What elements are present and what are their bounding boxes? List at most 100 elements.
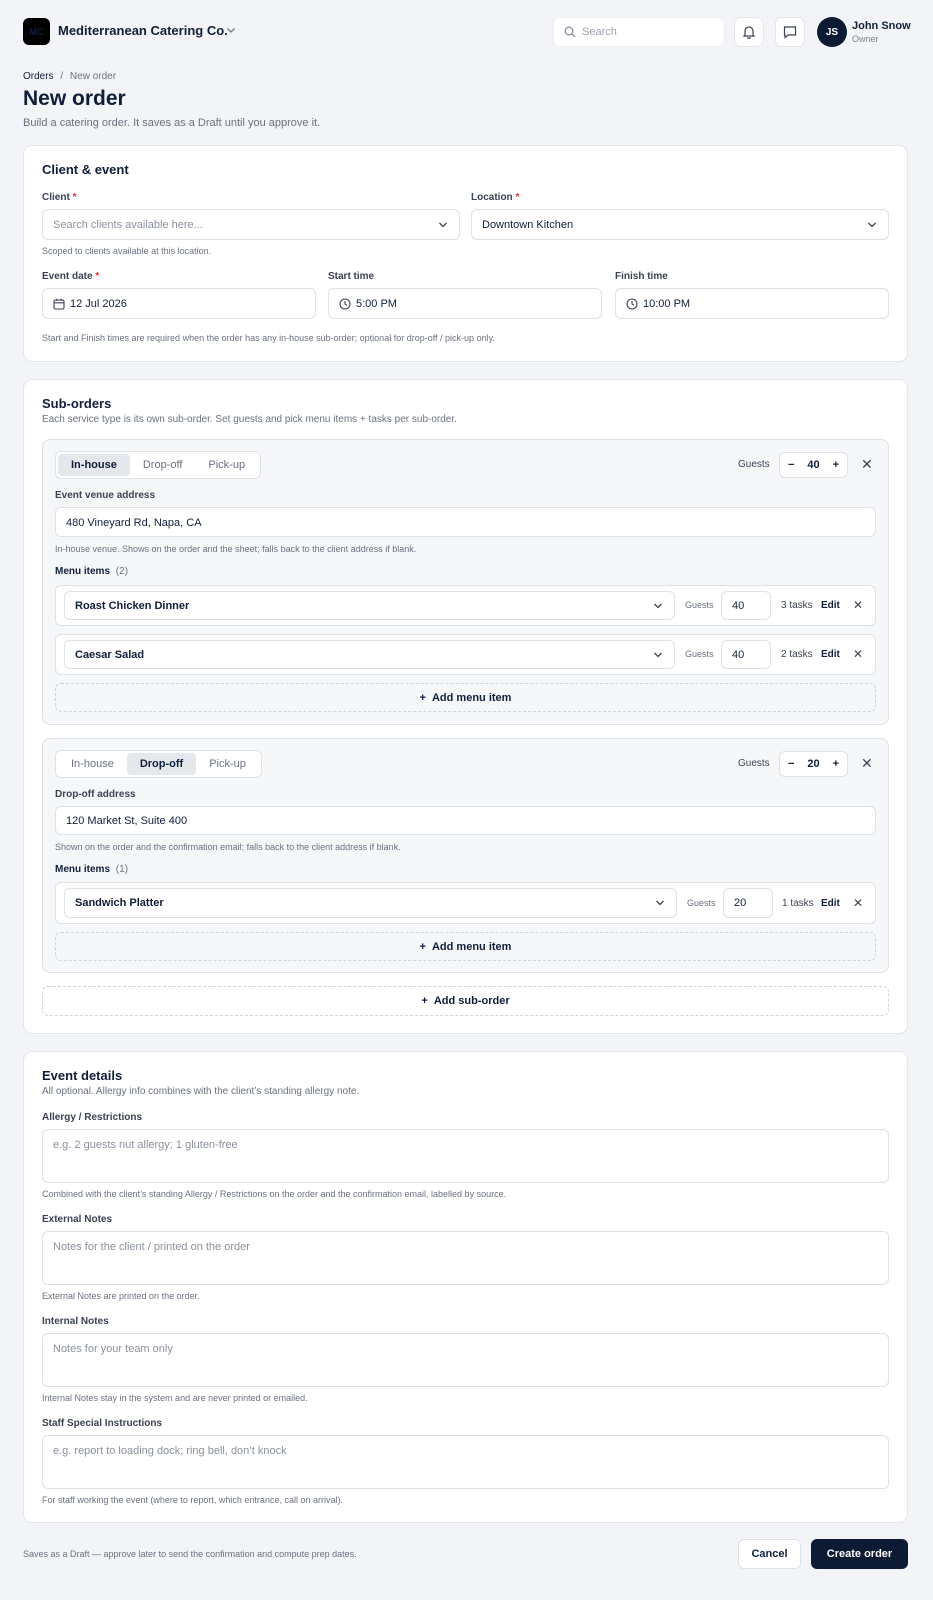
search-icon — [564, 26, 576, 38]
increment-button[interactable]: + — [833, 459, 839, 471]
event-date-label: Event date * — [42, 271, 100, 282]
company-logo: MC — [23, 18, 50, 45]
breadcrumb-separator: / — [60, 71, 64, 82]
item-guests-label: Guests — [685, 649, 714, 659]
company-name[interactable]: Mediterranean Catering Co. — [58, 23, 228, 38]
chevron-down-icon — [868, 222, 876, 228]
staff-instructions-placeholder: e.g. report to loading dock; ring bell, … — [53, 1445, 287, 1457]
remove-suborder-button[interactable]: ✕ — [861, 755, 873, 772]
add-menu-item-button[interactable]: + Add menu item — [55, 683, 876, 712]
chevron-down-icon — [439, 222, 447, 228]
guests-label: Guests — [738, 758, 770, 769]
plus-icon: + — [419, 691, 426, 704]
dropoff-address-input[interactable]: 120 Market St, Suite 400 — [55, 806, 876, 835]
client-event-title: Client & event — [42, 162, 129, 177]
remove-item-button[interactable]: ✕ — [853, 647, 863, 661]
internal-notes-help: Internal Notes stay in the system and ar… — [42, 1393, 308, 1403]
finish-time-value: 10:00 PM — [643, 298, 691, 310]
item-guests-input[interactable]: 40 — [721, 640, 771, 669]
menu-items-label: Menu items (1) — [55, 864, 129, 875]
venue-address-help: In-house venue. Shows on the order and t… — [55, 544, 417, 554]
location-select[interactable]: Downtown Kitchen — [471, 209, 889, 240]
menu-item-name: Roast Chicken Dinner — [75, 600, 190, 612]
page-subtitle: Build a catering order. It saves as a Dr… — [23, 117, 321, 129]
client-help: Scoped to clients available at this loca… — [42, 246, 212, 256]
finish-time-field[interactable]: 10:00 PM — [615, 288, 889, 319]
plus-icon: + — [421, 995, 428, 1007]
user-name: John Snow — [852, 20, 911, 32]
remove-suborder-button[interactable]: ✕ — [861, 456, 873, 473]
start-time-value: 5:00 PM — [356, 298, 397, 310]
start-time-field[interactable]: 5:00 PM — [328, 288, 602, 319]
staff-instructions-textarea[interactable]: e.g. report to loading dock; ring bell, … — [42, 1435, 889, 1489]
item-guests-input[interactable]: 20 — [723, 888, 773, 918]
location-label: Location * — [471, 192, 520, 203]
menu-item-select[interactable]: Roast Chicken Dinner — [64, 591, 675, 620]
start-time-label: Start time — [328, 271, 375, 282]
external-notes-label: External Notes — [42, 1214, 113, 1225]
times-help: Start and Finish times are required when… — [42, 333, 495, 343]
allergy-placeholder: e.g. 2 guests nut allergy; 1 gluten-free — [53, 1139, 238, 1151]
staff-instructions-help: For staff working the event (where to re… — [42, 1495, 343, 1505]
event-details-title: Event details — [42, 1068, 123, 1083]
suborders-subtitle: Each service type is its own sub-order. … — [42, 414, 457, 425]
allergy-textarea[interactable]: e.g. 2 guests nut allergy; 1 gluten-free — [42, 1129, 889, 1183]
create-order-button[interactable]: Create order — [811, 1539, 908, 1569]
service-type-tabs: In-house Drop-off Pick-up — [55, 451, 262, 479]
allergy-label: Allergy / Restrictions — [42, 1112, 143, 1123]
menu-item-select[interactable]: Caesar Salad — [64, 640, 675, 669]
avatar[interactable]: JS — [817, 17, 847, 47]
menu-item-name: Sandwich Platter — [75, 897, 164, 909]
chevron-down-icon — [654, 603, 662, 609]
decrement-button[interactable]: − — [788, 758, 794, 770]
user-role: Owner — [852, 34, 879, 44]
guests-stepper[interactable]: − 40 + — [779, 452, 848, 478]
guests-stepper[interactable]: − 20 + — [779, 751, 848, 777]
breadcrumb-orders-link[interactable]: Orders — [23, 71, 54, 82]
suborders-title: Sub-orders — [42, 396, 112, 411]
remove-item-button[interactable]: ✕ — [853, 896, 863, 910]
tab-in-house[interactable]: In-house — [58, 753, 127, 775]
menu-item-name: Caesar Salad — [75, 649, 145, 661]
chevron-down-icon — [654, 652, 662, 658]
add-menu-item-button[interactable]: + Add menu item — [55, 932, 876, 961]
venue-address-input[interactable]: 480 Vineyard Rd, Napa, CA — [55, 507, 876, 537]
allergy-help: Combined with the client’s standing Alle… — [42, 1189, 507, 1199]
tab-drop-off[interactable]: Drop-off — [126, 753, 197, 775]
edit-tasks-button[interactable]: Edit — [821, 898, 840, 909]
tab-pick-up[interactable]: Pick-up — [196, 753, 259, 775]
notifications-button[interactable] — [734, 17, 764, 47]
remove-item-button[interactable]: ✕ — [853, 598, 863, 612]
cancel-button[interactable]: Cancel — [738, 1539, 801, 1569]
location-value: Downtown Kitchen — [482, 219, 574, 231]
edit-tasks-button[interactable]: Edit — [821, 600, 840, 611]
search-input[interactable]: Search — [553, 17, 725, 47]
guests-value: 40 — [807, 459, 820, 471]
tab-in-house[interactable]: In-house — [58, 454, 130, 476]
messages-button[interactable] — [775, 17, 805, 47]
chevron-down-icon[interactable] — [224, 23, 238, 37]
dropoff-address-label: Drop-off address — [55, 789, 136, 800]
add-suborder-button[interactable]: + Add sub-order — [42, 986, 889, 1016]
tab-pick-up[interactable]: Pick-up — [195, 454, 258, 476]
external-notes-placeholder: Notes for the client / printed on the or… — [53, 1241, 250, 1253]
edit-tasks-button[interactable]: Edit — [821, 649, 840, 660]
menu-item-select[interactable]: Sandwich Platter — [64, 888, 677, 918]
chevron-down-icon — [656, 900, 664, 906]
client-label: Client * — [42, 192, 77, 203]
venue-address-value: 480 Vineyard Rd, Napa, CA — [66, 517, 202, 529]
decrement-button[interactable]: − — [788, 459, 794, 471]
internal-notes-textarea[interactable]: Notes for your team only — [42, 1333, 889, 1387]
internal-notes-placeholder: Notes for your team only — [53, 1343, 173, 1355]
venue-address-label: Event venue address — [55, 490, 156, 501]
item-guests-input[interactable]: 40 — [721, 591, 771, 620]
external-notes-textarea[interactable]: Notes for the client / printed on the or… — [42, 1231, 889, 1285]
footer-note: Saves as a Draft — approve later to send… — [23, 1549, 357, 1559]
increment-button[interactable]: + — [833, 758, 839, 770]
item-guests-label: Guests — [685, 600, 714, 610]
tab-drop-off[interactable]: Drop-off — [130, 454, 196, 476]
client-select[interactable]: Search clients available here... — [42, 209, 460, 240]
external-notes-help: External Notes are printed on the order. — [42, 1291, 200, 1301]
menu-items-label: Menu items (2) — [55, 566, 129, 577]
event-date-field[interactable]: 12 Jul 2026 — [42, 288, 316, 319]
